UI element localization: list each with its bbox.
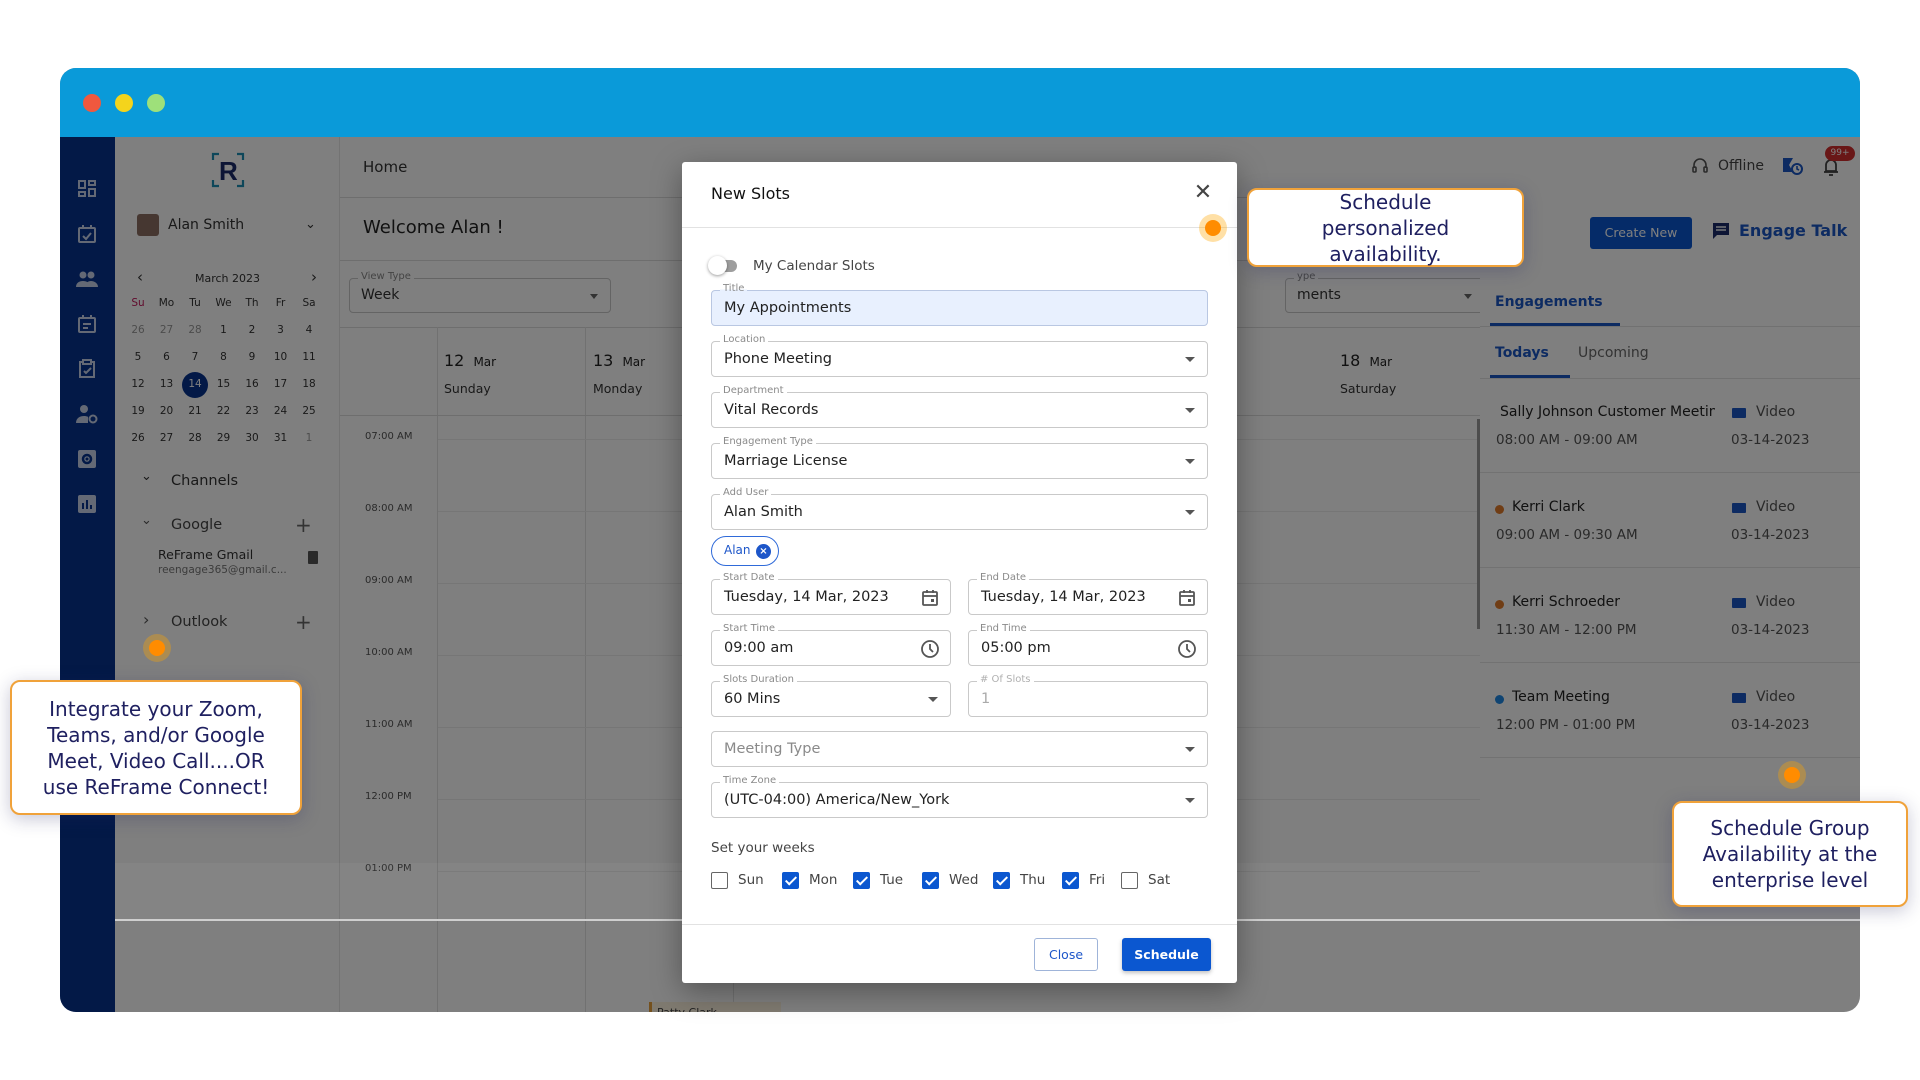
- chevron-down-icon: [928, 697, 938, 702]
- clock-icon[interactable]: [920, 639, 940, 659]
- set-weeks-label: Set your weeks: [711, 840, 815, 856]
- dialog-title: New Slots: [711, 184, 790, 203]
- weekday-checkbox-sun[interactable]: Sun: [711, 870, 764, 890]
- field-label: Slots Duration: [720, 674, 797, 686]
- remove-chip-icon[interactable]: ×: [756, 544, 771, 559]
- calendar-icon[interactable]: [1177, 588, 1197, 608]
- weekday-label: Tue: [880, 872, 904, 888]
- checkbox-checked-icon[interactable]: [993, 871, 1010, 889]
- callout-group-availability: Schedule Group Availability at the enter…: [1672, 801, 1908, 907]
- field-value: Tuesday, 14 Mar, 2023: [981, 589, 1146, 605]
- divider: [682, 924, 1237, 925]
- callout-personalized-availability: Schedule personalized availability.: [1247, 188, 1524, 267]
- number-of-slots-input[interactable]: # Of Slots 1: [968, 674, 1208, 717]
- weekday-label: Mon: [809, 872, 838, 888]
- department-select[interactable]: Department Vital Records: [711, 385, 1208, 428]
- window-titlebar: [60, 68, 1860, 137]
- hotspot-marker[interactable]: [1784, 767, 1800, 783]
- field-value: Vital Records: [724, 402, 819, 418]
- field-value: Marriage License: [724, 453, 848, 469]
- field-value: (UTC-04:00) America/New_York: [724, 792, 950, 808]
- field-label: Title: [720, 283, 748, 295]
- field-label: # Of Slots: [977, 674, 1034, 686]
- weekday-label: Wed: [949, 872, 979, 888]
- callout-text: Schedule Group Availability at the enter…: [1702, 816, 1878, 892]
- add-user-select[interactable]: Add User Alan Smith: [711, 487, 1208, 530]
- window-maximize-button[interactable]: [147, 94, 165, 112]
- checkbox-checked-icon[interactable]: [922, 871, 939, 889]
- chevron-down-icon: [1185, 408, 1195, 413]
- field-label: Add User: [720, 487, 772, 499]
- callout-text: Integrate your Zoom, Teams, and/or Googl…: [42, 696, 270, 799]
- field-label: Location: [720, 334, 769, 346]
- divider: [682, 227, 1237, 228]
- field-label: Engagement Type: [720, 436, 816, 448]
- end-date-input[interactable]: End Date Tuesday, 14 Mar, 2023: [968, 572, 1208, 615]
- checkbox-unchecked-icon[interactable]: [1121, 871, 1138, 889]
- field-label: Start Time: [720, 623, 779, 635]
- field-value: 1: [981, 691, 991, 707]
- checkbox-checked-icon[interactable]: [853, 871, 870, 889]
- field-label: End Date: [977, 572, 1030, 584]
- hotspot-marker[interactable]: [149, 640, 165, 656]
- weekday-label: Fri: [1089, 872, 1106, 888]
- field-value: My Appointments: [724, 300, 852, 316]
- checkbox-checked-icon[interactable]: [1062, 871, 1079, 889]
- schedule-button[interactable]: Schedule: [1122, 938, 1211, 971]
- slots-duration-select[interactable]: Slots Duration 60 Mins: [711, 674, 951, 717]
- toggle-knob[interactable]: [708, 256, 727, 275]
- weekday-label: Sun: [738, 872, 764, 888]
- weekday-label: Sat: [1148, 872, 1171, 888]
- weekday-checkbox-thu[interactable]: Thu: [993, 870, 1045, 890]
- new-slots-dialog: New Slots ✕ My Calendar Slots Title My A…: [682, 162, 1237, 983]
- field-value: 60 Mins: [724, 691, 781, 707]
- field-value: 05:00 pm: [981, 640, 1051, 656]
- checkbox-checked-icon[interactable]: [782, 871, 799, 889]
- location-select[interactable]: Location Phone Meeting: [711, 334, 1208, 377]
- chip-label: Alan: [724, 543, 751, 557]
- callout-integrations: Integrate your Zoom, Teams, and/or Googl…: [10, 680, 302, 815]
- meeting-type-select[interactable]: Meeting Type: [711, 731, 1208, 767]
- field-label: Start Date: [720, 572, 778, 584]
- callout-text: Schedule personalized availability.: [1321, 189, 1450, 266]
- window-minimize-button[interactable]: [115, 94, 133, 112]
- weekday-checkbox-mon[interactable]: Mon: [782, 870, 837, 890]
- time-zone-select[interactable]: Time Zone (UTC-04:00) America/New_York: [711, 775, 1208, 818]
- field-label: End Time: [977, 623, 1030, 635]
- start-date-input[interactable]: Start Date Tuesday, 14 Mar, 2023: [711, 572, 951, 615]
- title-input[interactable]: Title My Appointments: [711, 283, 1208, 326]
- field-label: Department: [720, 385, 787, 397]
- weekday-checkbox-sat[interactable]: Sat: [1121, 870, 1170, 890]
- weekday-checkbox-tue[interactable]: Tue: [853, 870, 903, 890]
- window-close-button[interactable]: [83, 94, 101, 112]
- field-value: Alan Smith: [724, 504, 803, 520]
- field-value: 09:00 am: [724, 640, 794, 656]
- field-label: Time Zone: [720, 775, 780, 787]
- calendar-icon[interactable]: [920, 588, 940, 608]
- close-button[interactable]: Close: [1034, 938, 1098, 971]
- toggle-label: My Calendar Slots: [753, 258, 875, 274]
- end-time-input[interactable]: End Time 05:00 pm: [968, 623, 1208, 666]
- weekday-checkbox-wed[interactable]: Wed: [922, 870, 978, 890]
- weekday-label: Thu: [1020, 872, 1046, 888]
- chevron-down-icon: [1185, 510, 1195, 515]
- clock-icon[interactable]: [1177, 639, 1197, 659]
- checkbox-unchecked-icon[interactable]: [711, 871, 728, 889]
- field-placeholder: Meeting Type: [724, 741, 821, 757]
- field-value: Phone Meeting: [724, 351, 832, 367]
- chevron-down-icon: [1185, 747, 1195, 752]
- chevron-down-icon: [1185, 798, 1195, 803]
- close-icon[interactable]: ✕: [1192, 182, 1214, 204]
- chevron-down-icon: [1185, 459, 1195, 464]
- hotspot-marker[interactable]: [1205, 220, 1221, 236]
- weekday-checkbox-fri[interactable]: Fri: [1062, 870, 1105, 890]
- start-time-input[interactable]: Start Time 09:00 am: [711, 623, 951, 666]
- field-value: Tuesday, 14 Mar, 2023: [724, 589, 889, 605]
- chevron-down-icon: [1185, 357, 1195, 362]
- engagement-type-select[interactable]: Engagement Type Marriage License: [711, 436, 1208, 479]
- user-chip: Alan ×: [711, 536, 779, 566]
